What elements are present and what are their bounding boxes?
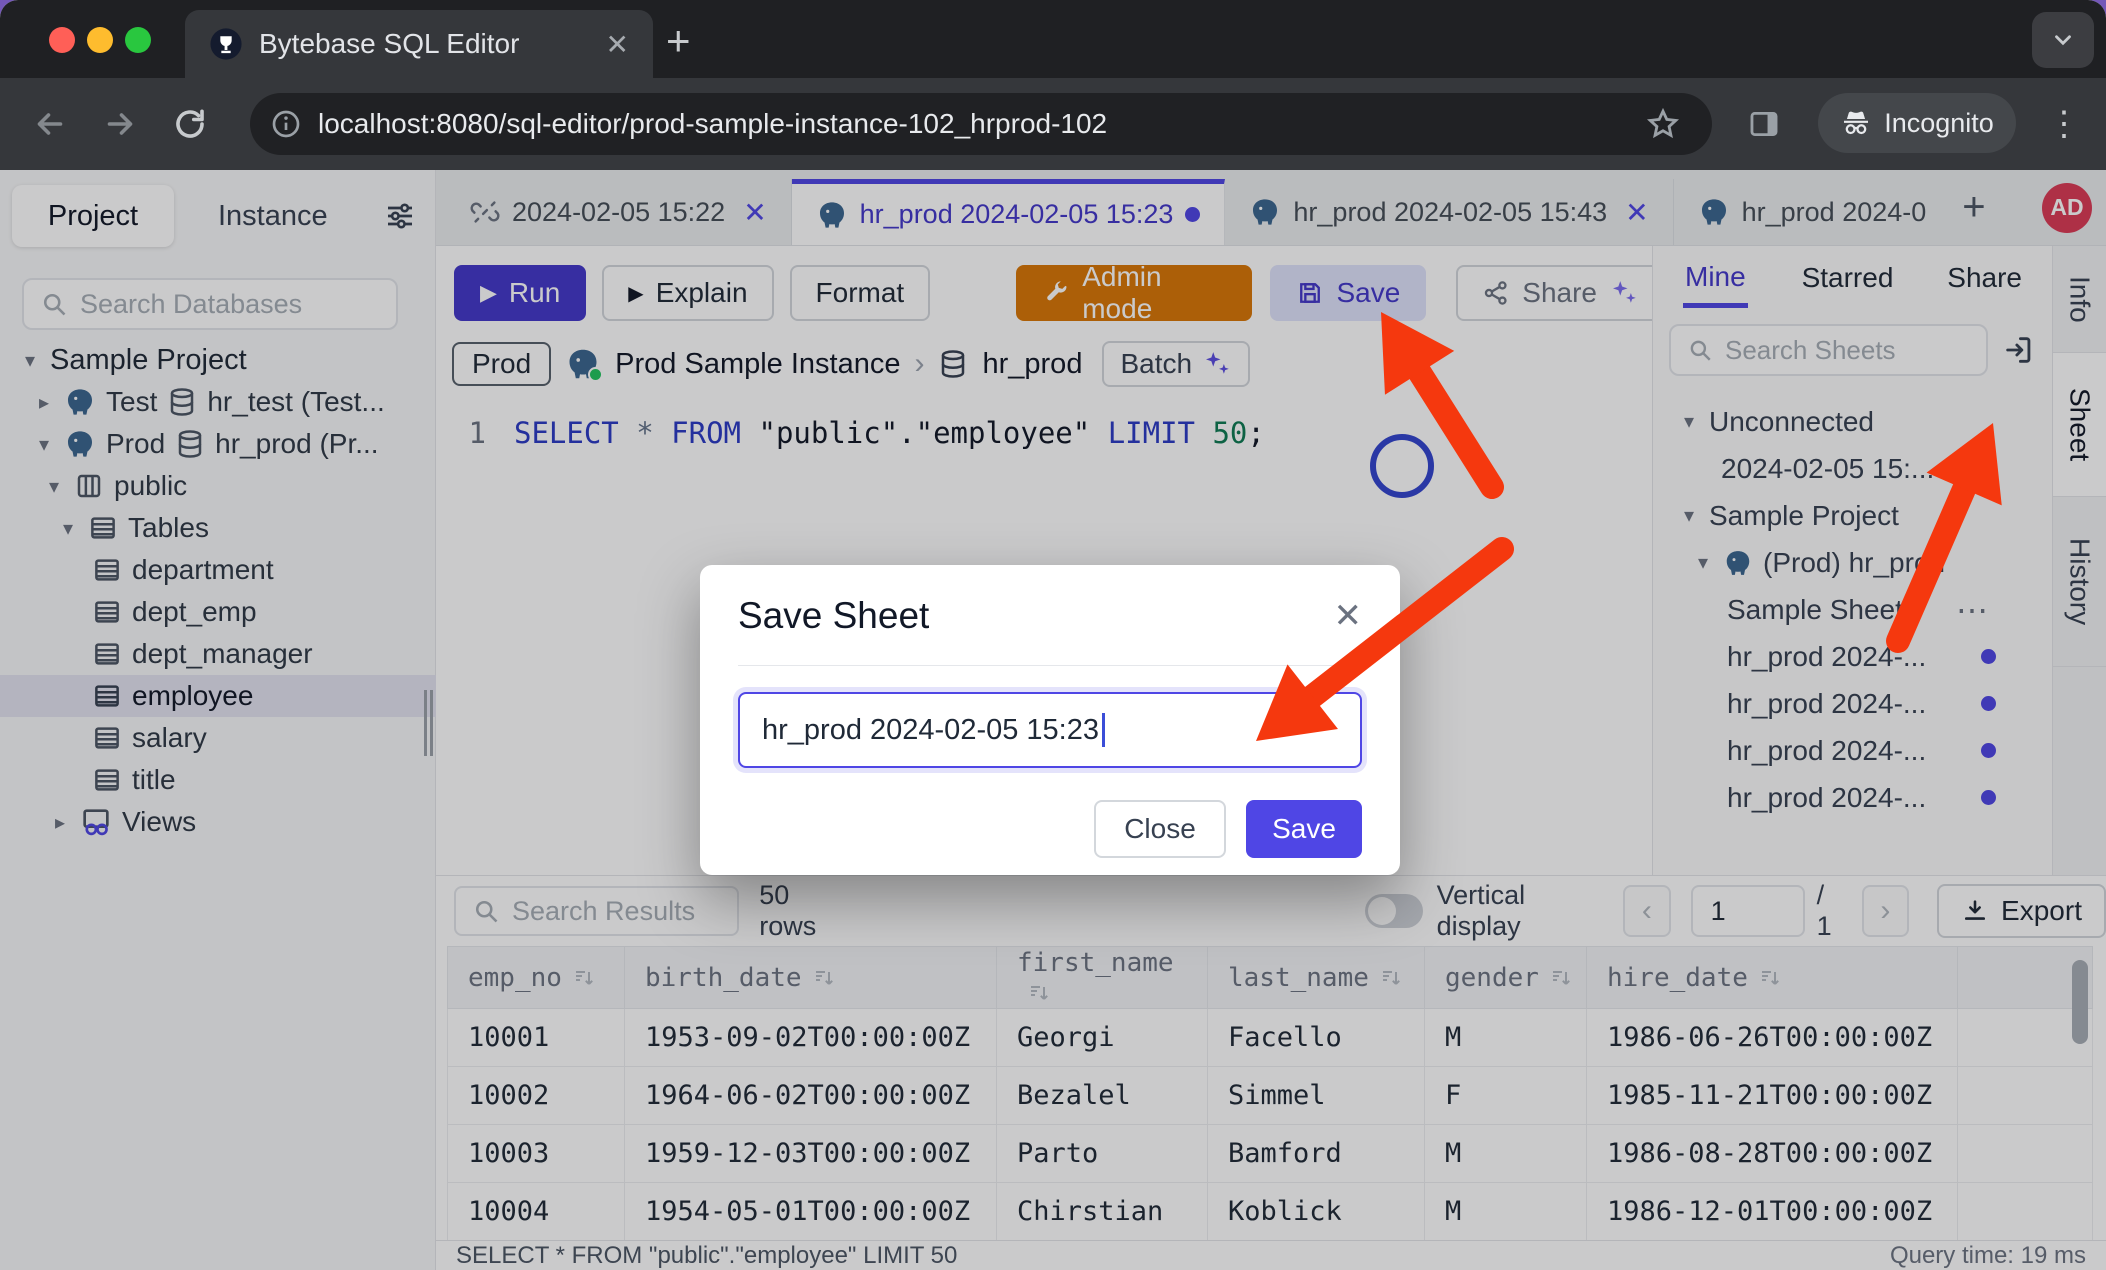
window-titlebar: Bytebase SQL Editor ✕ + bbox=[0, 0, 2106, 78]
modal-divider bbox=[738, 665, 1362, 666]
save-sheet-modal: Save Sheet ✕ hr_prod 2024-02-05 15:23 Cl… bbox=[700, 565, 1400, 875]
incognito-badge: Incognito bbox=[1818, 93, 2016, 153]
incognito-icon bbox=[1840, 107, 1872, 139]
site-info-icon[interactable] bbox=[270, 108, 302, 140]
close-tab-icon[interactable]: ✕ bbox=[606, 28, 629, 61]
text-caret bbox=[1102, 713, 1105, 747]
tab-search-button[interactable] bbox=[2032, 12, 2094, 68]
browser-tab-title: Bytebase SQL Editor bbox=[259, 28, 590, 60]
modal-save-button[interactable]: Save bbox=[1246, 800, 1362, 858]
screenshot-root: Bytebase SQL Editor ✕ + localhost:8080/s… bbox=[0, 0, 2106, 1270]
modal-close-button[interactable]: Close bbox=[1094, 800, 1226, 858]
modal-close-icon[interactable]: ✕ bbox=[1334, 599, 1363, 633]
new-tab-button[interactable]: + bbox=[666, 20, 691, 62]
forward-icon[interactable] bbox=[98, 102, 142, 146]
side-panel-icon[interactable] bbox=[1742, 102, 1786, 146]
close-window-button[interactable] bbox=[49, 27, 75, 53]
modal-title: Save Sheet bbox=[738, 595, 929, 637]
url-text[interactable]: localhost:8080/sql-editor/prod-sample-in… bbox=[318, 108, 1698, 140]
back-icon[interactable] bbox=[28, 102, 72, 146]
browser-tab[interactable]: Bytebase SQL Editor ✕ bbox=[185, 10, 653, 78]
sheet-name-input[interactable]: hr_prod 2024-02-05 15:23 bbox=[738, 692, 1362, 768]
bytebase-favicon bbox=[209, 27, 243, 61]
browser-menu-icon[interactable]: ⋮ bbox=[2042, 102, 2086, 146]
zoom-window-button[interactable] bbox=[125, 27, 151, 53]
browser-window: Bytebase SQL Editor ✕ + localhost:8080/s… bbox=[0, 0, 2106, 1270]
bookmark-star-icon[interactable] bbox=[1641, 102, 1685, 146]
reload-icon[interactable] bbox=[168, 102, 212, 146]
minimize-window-button[interactable] bbox=[87, 27, 113, 53]
incognito-label: Incognito bbox=[1884, 108, 1994, 139]
address-bar[interactable]: localhost:8080/sql-editor/prod-sample-in… bbox=[250, 93, 1712, 155]
browser-navbar: localhost:8080/sql-editor/prod-sample-in… bbox=[0, 78, 2106, 170]
